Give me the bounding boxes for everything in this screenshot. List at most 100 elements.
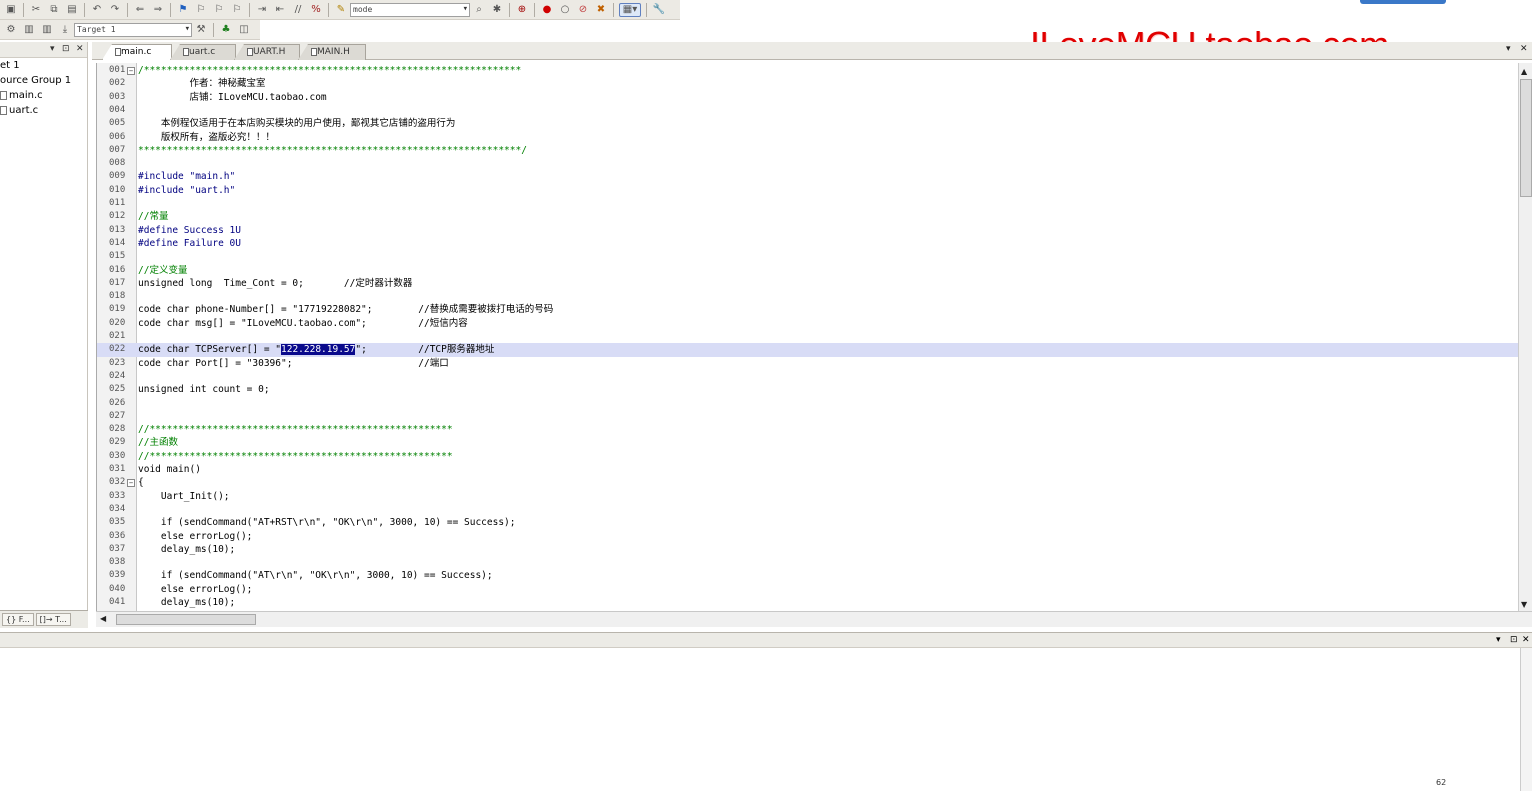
code-line[interactable]: 016 //定义变量 — [97, 264, 1518, 277]
editor-vertical-scrollbar[interactable]: ▲ ▼ — [1518, 63, 1532, 611]
scroll-down-icon[interactable]: ▼ — [1521, 600, 1527, 609]
fold-toggle-icon[interactable]: − — [127, 67, 135, 75]
navigate-back-icon[interactable]: ⇐ — [133, 3, 147, 17]
pin-icon[interactable]: ⊡ — [1510, 635, 1518, 645]
code-line[interactable]: 039 if (sendCommand("AT\r\n", "OK\r\n", … — [97, 569, 1518, 582]
code-line[interactable]: 015 — [97, 250, 1518, 263]
tree-item-main-c[interactable]: main.c — [0, 88, 87, 103]
code-line[interactable]: 038 — [97, 556, 1518, 569]
code-line[interactable]: 017 unsigned long Time_Cont = 0; //定时器计数器 — [97, 277, 1518, 290]
bookmark-next-icon[interactable]: ⚐ — [212, 3, 226, 17]
breakpoint-enable-icon[interactable]: ○ — [558, 3, 572, 17]
code-line[interactable]: 004 — [97, 104, 1518, 117]
code-line[interactable]: 010 #include "uart.h" — [97, 184, 1518, 197]
code-line[interactable]: 005 本例程仅适用于在本店购买模块的用户使用，鄙视其它店铺的盗用行为 — [97, 117, 1518, 130]
code-line[interactable]: 025 unsigned int count = 0; — [97, 383, 1518, 396]
fold-toggle-icon[interactable]: − — [127, 479, 135, 488]
code-editor[interactable]: 001−/***********************************… — [96, 63, 1518, 611]
panel-menu-icon[interactable]: ▾ — [1496, 635, 1501, 645]
manage-components-icon[interactable]: ♣ — [219, 23, 233, 37]
redo-icon[interactable]: ↷ — [108, 3, 122, 17]
breakpoint-insert-icon[interactable]: ● — [540, 3, 554, 17]
breakpoint-kill-icon[interactable]: ✖ — [594, 3, 608, 17]
output-vertical-scrollbar[interactable] — [1520, 648, 1532, 791]
build-icon[interactable]: ▥ — [22, 23, 36, 37]
navigate-forward-icon[interactable]: ⇒ — [151, 3, 165, 17]
scroll-thumb[interactable] — [116, 614, 256, 625]
debug-session-icon[interactable]: ⊕ — [515, 3, 529, 17]
panel-menu-icon[interactable]: ▾ — [50, 44, 55, 54]
tab-main-c[interactable]: main.c — [102, 44, 172, 60]
code-line[interactable]: 008 — [97, 157, 1518, 170]
code-line[interactable]: 035 if (sendCommand("AT+RST\r\n", "OK\r\… — [97, 516, 1518, 529]
target-options-icon[interactable]: ⚒ — [194, 23, 208, 37]
code-line[interactable]: 002 作者：神秘藏宝室 — [97, 77, 1518, 90]
code-line[interactable]: 032−{ — [97, 476, 1518, 489]
pin-icon[interactable]: ⊡ — [62, 44, 70, 54]
code-line[interactable]: 014 #define Failure 0U — [97, 237, 1518, 250]
paste-icon[interactable]: ▤ — [65, 3, 79, 17]
code-line[interactable]: 034 — [97, 503, 1518, 516]
tab-uart-h[interactable]: UART.H — [234, 44, 300, 60]
incremental-find-icon[interactable]: ✱ — [490, 3, 504, 17]
code-line[interactable]: 036 else errorLog(); — [97, 530, 1518, 543]
configure-icon[interactable]: 🔧 — [652, 3, 666, 17]
target-select[interactable]: Target 1 — [74, 22, 192, 37]
breakpoint-disable-icon[interactable]: ⊘ — [576, 3, 590, 17]
find-icon[interactable]: ⌕ — [472, 3, 486, 17]
cut-icon[interactable]: ✂ — [29, 3, 43, 17]
code-line[interactable]: 033 Uart_Init(); — [97, 490, 1518, 503]
code-line[interactable]: 029 //主函数 — [97, 436, 1518, 449]
editor-close-icon[interactable]: ✕ — [1520, 44, 1528, 54]
code-line[interactable]: 001−/***********************************… — [97, 64, 1518, 77]
code-line[interactable]: 024 — [97, 370, 1518, 383]
tree-item-uart-c[interactable]: uart.c — [0, 103, 87, 118]
close-icon[interactable]: ✕ — [1522, 635, 1530, 645]
close-icon[interactable]: ✕ — [76, 44, 84, 54]
code-line[interactable]: 007 *************************************… — [97, 144, 1518, 157]
code-line[interactable]: 037 delay_ms(10); — [97, 543, 1518, 556]
code-line[interactable]: 026 — [97, 397, 1518, 410]
copy-icon[interactable]: ⧉ — [47, 3, 61, 17]
code-line[interactable]: 023 code char Port[] = "30396"; //端口 — [97, 357, 1518, 370]
scroll-left-icon[interactable]: ◀ — [100, 614, 106, 623]
translate-icon[interactable]: ⚙ — [4, 23, 18, 37]
code-line[interactable]: 018 — [97, 290, 1518, 303]
comment-icon[interactable]: // — [291, 3, 305, 17]
code-line[interactable]: 011 — [97, 197, 1518, 210]
manage-run-time-icon[interactable]: ◫ — [237, 23, 251, 37]
code-line[interactable]: 019 code char phone-Number[] = "177192280… — [97, 303, 1518, 316]
code-line[interactable]: 028 //***********************************… — [97, 423, 1518, 436]
undo-icon[interactable]: ↶ — [90, 3, 104, 17]
code-line[interactable]: 041 delay_ms(10); — [97, 596, 1518, 609]
scroll-thumb[interactable] — [1520, 79, 1532, 197]
window-layout-icon[interactable]: ▦▾ — [619, 2, 641, 17]
tab-main-h[interactable]: MAIN.H — [298, 44, 366, 60]
uncomment-icon[interactable]: % — [309, 3, 323, 17]
code-line[interactable]: 003 店铺：ILoveMCU.taobao.com — [97, 91, 1518, 104]
unindent-icon[interactable]: ⇤ — [273, 3, 287, 17]
find-combo[interactable]: mode — [350, 2, 470, 17]
scroll-up-icon[interactable]: ▲ — [1521, 67, 1527, 76]
build-output[interactable] — [0, 648, 1520, 791]
save-all-icon[interactable]: ▣ — [4, 3, 18, 17]
tab-list-icon[interactable]: ▾ — [1506, 44, 1511, 54]
tab-functions[interactable]: {} F... — [2, 613, 34, 626]
bookmark-toggle-icon[interactable]: ⚑ — [176, 3, 190, 17]
tab-templates[interactable]: []→ T... — [35, 613, 71, 626]
tree-item-target[interactable]: et 1 — [0, 58, 87, 73]
download-icon[interactable]: ⤓ — [58, 23, 72, 37]
bookmark-prev-icon[interactable]: ⚐ — [194, 3, 208, 17]
code-line[interactable]: 009 #include "main.h" — [97, 170, 1518, 183]
find-in-files-icon[interactable]: ✎ — [334, 3, 348, 17]
code-line[interactable]: 006 版权所有，盗版必究！！！ — [97, 131, 1518, 144]
code-line[interactable]: 031 void main() — [97, 463, 1518, 476]
rebuild-icon[interactable]: ▥ — [40, 23, 54, 37]
tab-uart-c[interactable]: uart.c — [170, 44, 236, 60]
bookmark-clear-icon[interactable]: ⚐ — [230, 3, 244, 17]
code-line[interactable]: 040 else errorLog(); — [97, 583, 1518, 596]
editor-horizontal-scrollbar[interactable]: ◀ — [96, 611, 1532, 627]
code-line[interactable]: 021 — [97, 330, 1518, 343]
code-line[interactable]: 012 //常量 — [97, 210, 1518, 223]
code-line[interactable]: 013 #define Success 1U — [97, 224, 1518, 237]
